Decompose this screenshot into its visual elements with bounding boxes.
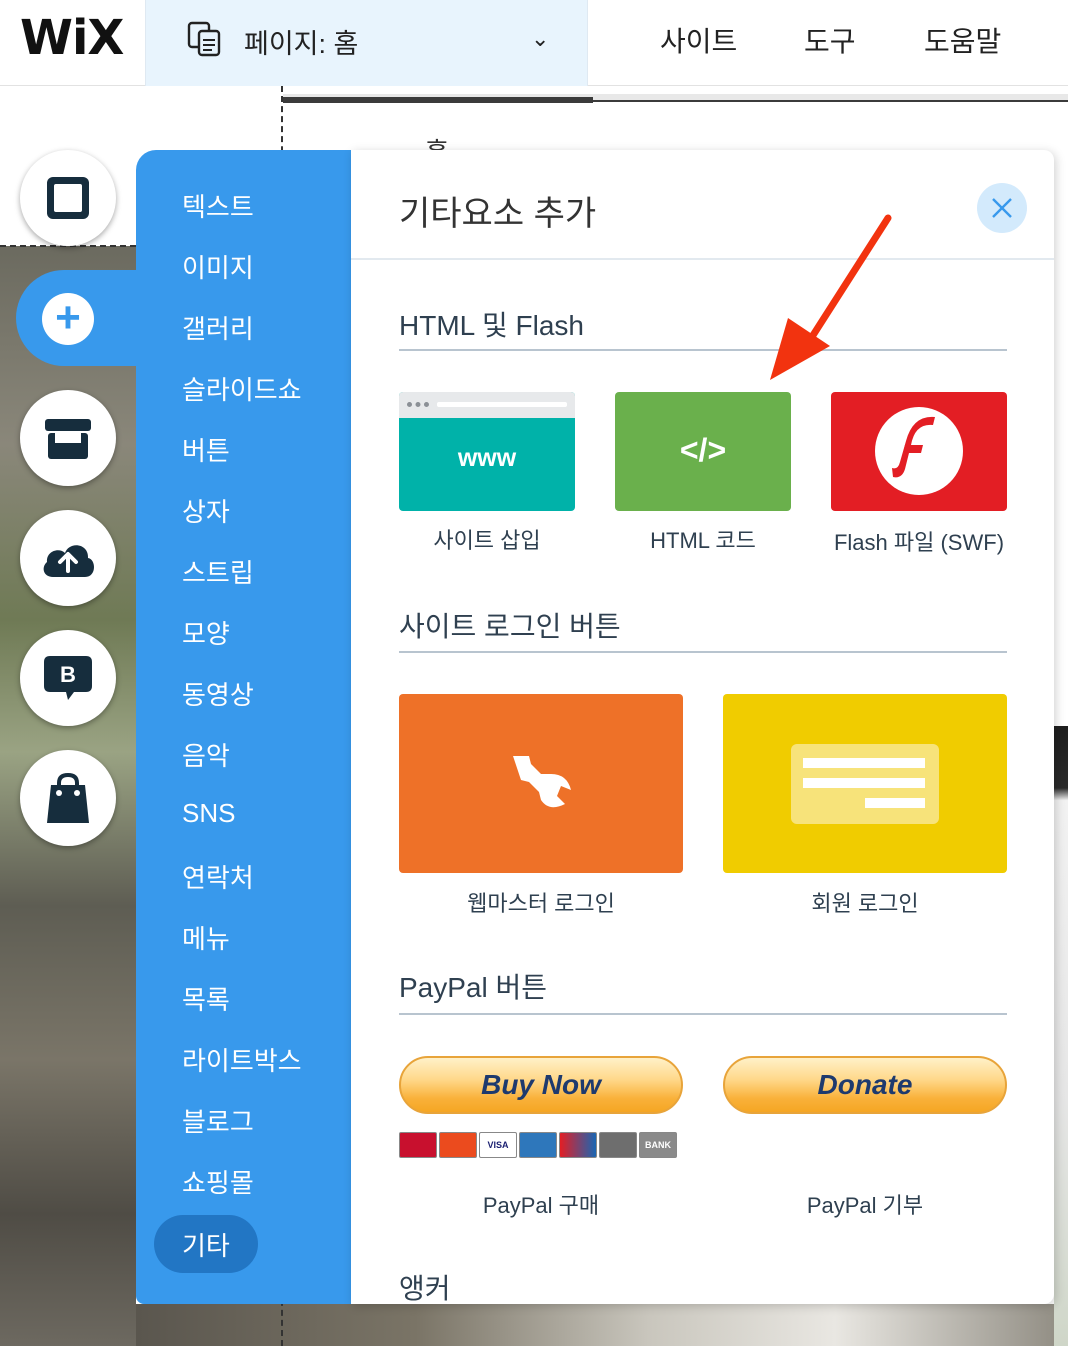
category-more-label: 기타 bbox=[182, 1231, 230, 1261]
site-header-bar bbox=[283, 97, 593, 103]
category-video[interactable]: 동영상 bbox=[182, 675, 254, 712]
page-selector-label: 페이지: 홈 bbox=[244, 29, 359, 59]
close-icon bbox=[992, 198, 1012, 218]
form-line bbox=[803, 778, 925, 788]
flash-icon bbox=[875, 407, 963, 495]
paypal-donate-caption: PayPal 기부 bbox=[806, 1193, 924, 1218]
paypal-buy-caption: PayPal 구매 bbox=[482, 1193, 600, 1218]
menu-tools[interactable]: 도구 bbox=[804, 20, 856, 60]
annotation-arrow-icon bbox=[770, 214, 892, 380]
pages-icon bbox=[187, 21, 221, 57]
discover-icon bbox=[559, 1132, 597, 1158]
member-login-caption: 회원 로그인 bbox=[811, 891, 919, 916]
background-button[interactable] bbox=[20, 150, 116, 246]
section-title-paypal: PayPal 버튼 bbox=[399, 972, 548, 1003]
category-box[interactable]: 상자 bbox=[182, 492, 230, 529]
category-sns[interactable]: SNS bbox=[182, 798, 235, 829]
store-button[interactable] bbox=[20, 390, 116, 486]
upload-button[interactable] bbox=[20, 510, 116, 606]
category-button[interactable]: 버튼 bbox=[182, 431, 230, 468]
payment-card-logos: VISA BANK bbox=[399, 1132, 677, 1158]
form-button-line bbox=[865, 798, 925, 808]
www-icon: www bbox=[457, 444, 517, 472]
html-code-tile[interactable]: </> bbox=[615, 392, 791, 511]
category-lightbox[interactable]: 라이트박스 bbox=[182, 1041, 302, 1078]
category-more-active[interactable]: 기타 bbox=[154, 1215, 258, 1273]
admin-login-tile[interactable] bbox=[399, 694, 683, 873]
section-title-login: 사이트 로그인 버튼 bbox=[399, 611, 621, 642]
paypal-buy-now-button[interactable]: Buy Now bbox=[399, 1056, 683, 1114]
visa-icon: VISA bbox=[479, 1132, 517, 1158]
section-rule bbox=[399, 1013, 1007, 1015]
maestro-icon bbox=[399, 1132, 437, 1158]
category-image[interactable]: 이미지 bbox=[182, 248, 254, 285]
background-icon bbox=[47, 177, 89, 219]
form-line bbox=[803, 758, 925, 768]
embed-site-caption: 사이트 삽입 bbox=[433, 528, 541, 553]
category-blog[interactable]: 블로그 bbox=[182, 1102, 254, 1139]
browser-dots bbox=[407, 402, 429, 407]
code-icon: </> bbox=[679, 432, 727, 468]
echeck-icon bbox=[599, 1132, 637, 1158]
section-title-anchor: 앵커 bbox=[399, 1273, 451, 1304]
blog-button[interactable]: B bbox=[20, 630, 116, 726]
mastercard-icon bbox=[439, 1132, 477, 1158]
category-music[interactable]: 음악 bbox=[182, 736, 230, 773]
blog-icon: B bbox=[44, 656, 92, 700]
flash-file-tile[interactable] bbox=[831, 392, 1007, 511]
section-rule bbox=[399, 651, 1007, 653]
section-rule bbox=[399, 349, 1007, 351]
html-code-caption: HTML 코드 bbox=[650, 528, 756, 553]
browser-address-bar bbox=[437, 402, 567, 407]
category-strip[interactable]: 스트립 bbox=[182, 553, 254, 590]
menu-help[interactable]: 도움말 bbox=[924, 20, 1001, 60]
category-text[interactable]: 텍스트 bbox=[182, 187, 254, 224]
background-photo-right bbox=[1054, 726, 1068, 1346]
page-selector[interactable]: 페이지: 홈 ⌄ bbox=[145, 0, 588, 86]
site-header-line bbox=[593, 100, 1068, 102]
wix-logo[interactable]: WiX bbox=[20, 10, 124, 66]
shop-button[interactable] bbox=[20, 750, 116, 846]
add-icon: + bbox=[55, 293, 81, 342]
flash-file-caption: Flash 파일 (SWF) bbox=[833, 530, 1005, 555]
background-photo-bottom bbox=[136, 1304, 1068, 1346]
category-shape[interactable]: 모양 bbox=[182, 614, 230, 651]
category-menu[interactable]: 메뉴 bbox=[182, 919, 230, 956]
store-icon bbox=[45, 419, 91, 459]
amex-icon bbox=[519, 1132, 557, 1158]
embed-site-tile[interactable]: www bbox=[399, 392, 575, 511]
svg-text:B: B bbox=[60, 662, 76, 687]
category-contact[interactable]: 연락처 bbox=[182, 858, 254, 895]
category-list[interactable]: 목록 bbox=[182, 980, 230, 1017]
close-button[interactable] bbox=[977, 183, 1027, 233]
menu-site[interactable]: 사이트 bbox=[660, 20, 737, 60]
category-shop[interactable]: 쇼핑몰 bbox=[182, 1163, 254, 1200]
category-slideshow[interactable]: 슬라이드쇼 bbox=[182, 370, 302, 407]
section-title-html-flash: HTML 및 Flash bbox=[399, 310, 584, 341]
wrench-icon bbox=[513, 756, 571, 808]
add-more-panel: 기타요소 추가 HTML 및 Flash www 사이트 삽입 </> HTML… bbox=[351, 150, 1054, 1304]
panel-title: 기타요소 추가 bbox=[399, 195, 597, 233]
chevron-down-icon: ⌄ bbox=[531, 26, 550, 51]
paypal-donate-button[interactable]: Donate bbox=[723, 1056, 1007, 1114]
panel-divider bbox=[351, 258, 1054, 260]
add-category-list: 텍스트 이미지 갤러리 슬라이드쇼 버튼 상자 스트립 모양 동영상 음악 SN… bbox=[136, 150, 351, 1304]
login-form-icon bbox=[791, 744, 939, 824]
add-button[interactable]: + bbox=[42, 293, 94, 345]
member-login-tile[interactable] bbox=[723, 694, 1007, 873]
bank-icon: BANK bbox=[639, 1132, 677, 1158]
upload-icon bbox=[43, 545, 95, 577]
editor-topbar: WiX 페이지: 홈 ⌄ 사이트 도구 도움말 bbox=[0, 0, 1068, 86]
shop-icon bbox=[47, 772, 89, 823]
category-gallery[interactable]: 갤러리 bbox=[182, 309, 254, 346]
admin-login-caption: 웹마스터 로그인 bbox=[467, 891, 615, 916]
